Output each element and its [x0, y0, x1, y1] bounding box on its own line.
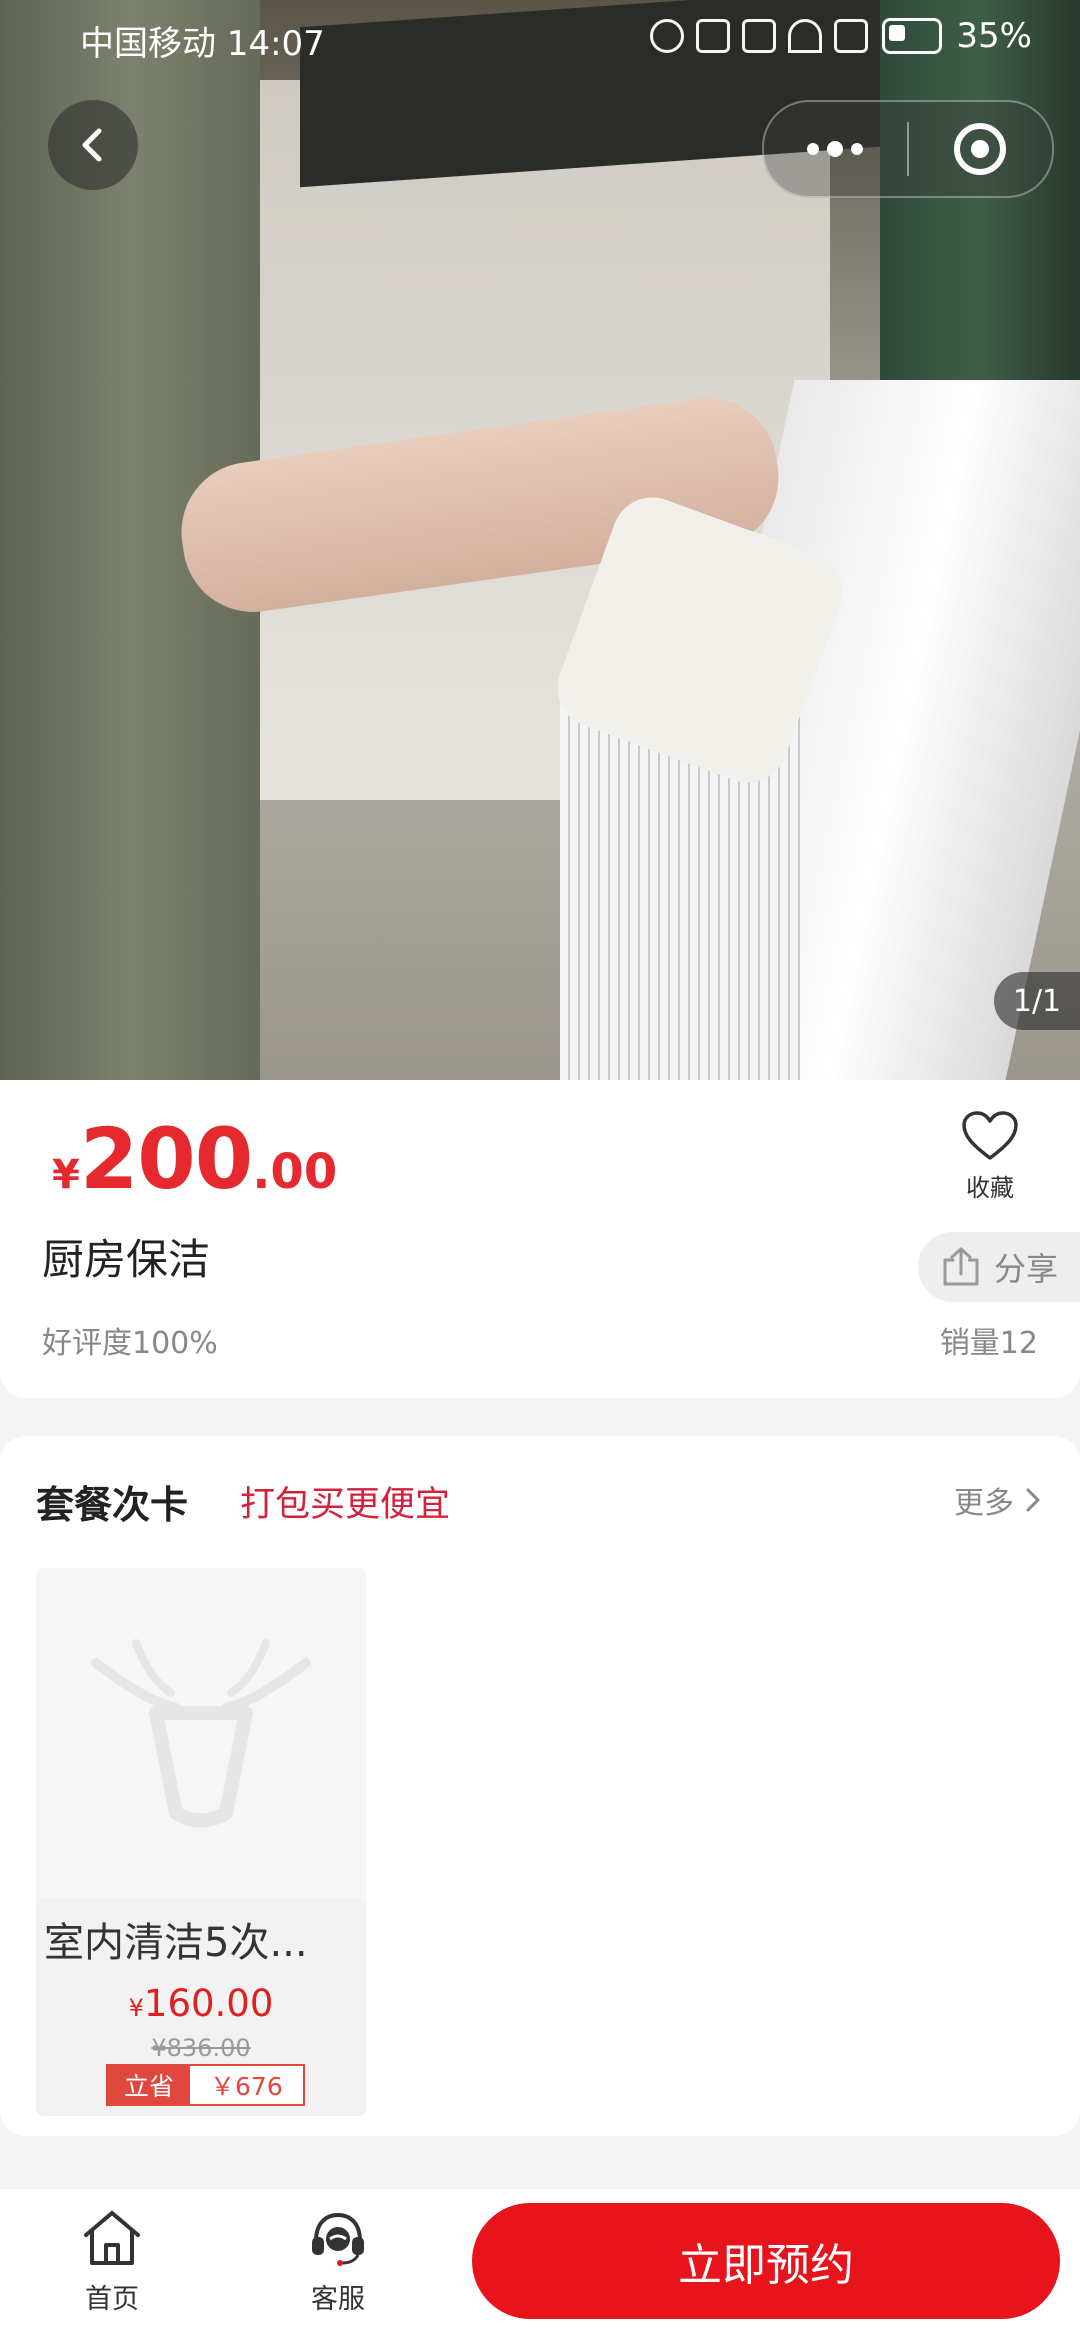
- headset-icon: [312, 2212, 364, 2266]
- back-button[interactable]: [48, 100, 138, 190]
- status-icons: 35%: [650, 16, 1032, 56]
- package-original-price: ¥836.00: [151, 2034, 251, 2062]
- price-currency: ¥: [52, 1152, 80, 1198]
- package-card[interactable]: 室内清洁5次... ¥160.00 ¥836.00 立省 ￥676: [36, 1568, 366, 2116]
- system-icons: [650, 19, 869, 53]
- savings-badge: 立省 ￥676: [106, 2064, 305, 2106]
- product-image-carousel[interactable]: 中国移动 14:07 35% 1/1: [0, 0, 1080, 1080]
- share-button[interactable]: 分享: [918, 1232, 1080, 1302]
- package-price-value: 160.00: [143, 1982, 274, 2025]
- battery-icon: [882, 18, 943, 54]
- service-label: 客服: [311, 2284, 365, 2315]
- status-bar: 中国移动 14:07 35%: [0, 0, 1080, 76]
- rating-text: 好评度100%: [42, 1326, 218, 1361]
- price-integer: 200: [79, 1110, 253, 1208]
- sales-count: 销量12: [939, 1326, 1038, 1361]
- book-now-button[interactable]: 立即预约: [472, 2203, 1060, 2319]
- wifi-icon: [788, 19, 823, 53]
- bluetooth-icon: [696, 19, 731, 53]
- carrier-time: 中国移动 14:07: [80, 24, 325, 64]
- package-price: ¥160.00: [36, 1982, 366, 2025]
- alarm-icon: [650, 19, 685, 53]
- more-button[interactable]: [764, 102, 906, 196]
- price-decimal: .00: [252, 1144, 338, 1200]
- share-icon: [943, 1247, 979, 1286]
- home-label: 首页: [85, 2284, 139, 2315]
- favorite-label: 收藏: [966, 1174, 1014, 1202]
- mini-program-capsule: [762, 100, 1054, 198]
- share-label: 分享: [994, 1250, 1059, 1288]
- more-link[interactable]: 更多: [954, 1478, 1042, 1522]
- section-subtitle: 打包买更便宜: [240, 1485, 451, 1525]
- vibrate-icon: [742, 19, 777, 53]
- image-counter: 1/1: [994, 972, 1080, 1030]
- savings-tag: 立省: [108, 2066, 191, 2104]
- package-price-currency: ¥: [128, 1994, 144, 2022]
- product-title: 厨房保洁: [42, 1235, 211, 1284]
- home-tab[interactable]: 首页: [52, 2209, 172, 2316]
- product-info-card: ¥200.00 收藏 厨房保洁 分享 好评度100% 销量12: [0, 1080, 1080, 1398]
- package-thumbnail: [36, 1568, 366, 1898]
- package-name: 室内清洁5次...: [44, 1920, 308, 1966]
- back-icon: [82, 128, 102, 162]
- savings-amount: ￥676: [190, 2066, 303, 2104]
- heart-icon: [962, 1111, 1018, 1160]
- home-icon: [84, 2211, 140, 2265]
- more-label: 更多: [954, 1486, 1014, 1521]
- product-price: ¥200.00: [52, 1110, 337, 1208]
- deer-logo-icon: [91, 1639, 311, 1828]
- capsule-divider: [907, 122, 909, 176]
- package-section: 套餐次卡 打包买更便宜 更多 室内清洁5次... ¥160.00 ¥836.00…: [0, 1436, 1080, 2136]
- bottom-action-bar: 首页 客服 立即预约: [0, 2188, 1080, 2341]
- battery-level: 35%: [956, 16, 1032, 56]
- customer-service-tab[interactable]: 客服: [278, 2209, 398, 2316]
- section-title: 套餐次卡: [36, 1483, 189, 1527]
- more-dots-icon: [807, 141, 863, 157]
- signal-icon: [834, 19, 869, 53]
- chevron-right-icon: [1026, 1488, 1040, 1512]
- favorite-button[interactable]: 收藏: [950, 1110, 1030, 1203]
- target-icon[interactable]: [954, 123, 1006, 175]
